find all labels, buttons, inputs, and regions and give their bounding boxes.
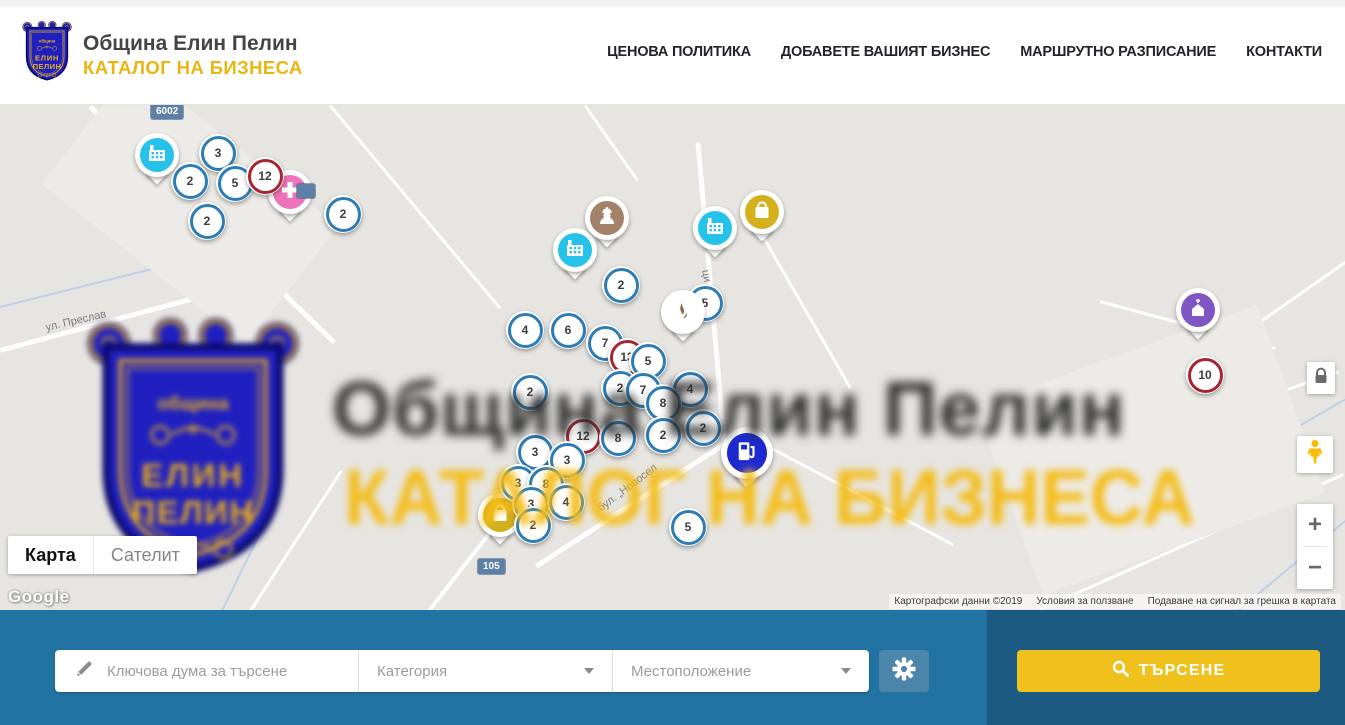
chevron-down-icon — [584, 668, 594, 674]
cluster-marker[interactable]: 8 — [599, 419, 637, 457]
cluster-marker[interactable]: 4 — [547, 483, 585, 521]
main-nav: ЦЕНОВА ПОЛИТИКА ДОБАВЕТЕ ВАШИЯТ БИЗНЕС М… — [607, 0, 1322, 104]
site-logo[interactable]: община ЕЛИН ПЕЛИН Община Елин Пелин КАТА… — [22, 21, 303, 90]
business-pin-factory[interactable] — [693, 206, 737, 266]
nav-contacts[interactable]: КОНТАКТИ — [1246, 44, 1322, 60]
pegman-icon — [1304, 439, 1326, 470]
cluster-marker[interactable]: 2 — [514, 506, 552, 544]
cluster-count: 8 — [601, 421, 636, 456]
fuel-pump-icon — [734, 437, 760, 469]
cluster-count: 6 — [551, 313, 586, 348]
pencil-icon — [75, 660, 93, 683]
cluster-marker[interactable]: 6 — [549, 311, 587, 349]
cluster-marker[interactable]: 10 — [1186, 356, 1224, 394]
map-attribution: Картографски данни ©2019 Условия за полз… — [889, 594, 1341, 609]
road-number-badge: 105 — [478, 559, 505, 574]
business-pin-flame[interactable] — [661, 290, 705, 350]
svg-text:община: община — [39, 38, 56, 43]
svg-text:ЕЛИН: ЕЛИН — [35, 53, 59, 62]
map-copyright: Картографски данни ©2019 — [894, 596, 1022, 607]
search-icon — [1112, 660, 1129, 682]
business-pin-factory[interactable] — [135, 133, 179, 193]
map-type-satellite-button[interactable]: Сателит — [93, 536, 197, 574]
nav-add-your-business[interactable]: ДОБАВЕТЕ ВАШИЯТ БИЗНЕС — [781, 44, 990, 60]
google-logo[interactable]: Google — [8, 587, 70, 607]
cluster-count: 10 — [1188, 358, 1223, 393]
location-dropdown[interactable]: Местоположение — [612, 650, 869, 692]
search-button[interactable]: ТЪРСЕНЕ — [1017, 650, 1320, 692]
shopping-bag-icon — [489, 502, 511, 529]
report-error-link[interactable]: Подаване на сигнал за грешка в картата — [1148, 596, 1336, 607]
street-label: ци — [699, 269, 713, 283]
svg-text:община: община — [157, 392, 229, 413]
factory-icon — [146, 142, 168, 169]
page: 23251222546713522748221283338342510 6002… — [0, 0, 1345, 725]
cluster-count: 2 — [326, 197, 361, 232]
advanced-settings-button[interactable] — [879, 650, 929, 692]
cluster-marker[interactable]: 5 — [669, 508, 707, 546]
cluster-count: 2 — [604, 268, 639, 303]
flame-icon — [672, 299, 694, 326]
municipality-crest-icon: община ЕЛИН ПЕЛИН — [22, 21, 72, 90]
business-pin-church[interactable] — [1176, 288, 1220, 348]
category-dropdown-label: Категория — [377, 663, 447, 680]
factory-icon — [564, 237, 586, 264]
header: община ЕЛИН ПЕЛИН Община Елин Пелин КАТА… — [0, 0, 1345, 105]
search-panel: Категория Местоположение — [55, 650, 869, 692]
zoom-control: + − — [1297, 504, 1333, 589]
cluster-marker[interactable]: 12 — [246, 157, 284, 195]
cluster-marker[interactable]: 4 — [506, 311, 544, 349]
nav-pricing-policy[interactable]: ЦЕНОВА ПОЛИТИКА — [607, 44, 751, 60]
site-title: Община Елин Пелин — [83, 32, 303, 57]
cluster-marker[interactable]: 2 — [324, 195, 362, 233]
street-view-pegman-button[interactable] — [1297, 436, 1333, 473]
cluster-count: 2 — [190, 204, 225, 239]
chevron-down-icon — [841, 668, 851, 674]
cluster-count: 12 — [248, 159, 283, 194]
business-pin-fuel-pump[interactable] — [721, 427, 773, 498]
cluster-marker[interactable]: 2 — [188, 202, 226, 240]
cluster-count: 2 — [516, 508, 551, 543]
road-number-badge: 6002 — [151, 104, 183, 119]
svg-text:ПЕЛИН: ПЕЛИН — [33, 62, 62, 71]
cluster-count: 2 — [513, 375, 548, 410]
nav-route-schedule[interactable]: МАРШРУТНО РАЗПИСАНИЕ — [1020, 44, 1216, 60]
worker-icon — [596, 205, 618, 232]
gear-icon — [892, 657, 916, 686]
keyword-section — [55, 650, 358, 692]
lock-icon — [1313, 367, 1329, 390]
cluster-count: 4 — [508, 313, 543, 348]
factory-icon — [704, 215, 726, 242]
zoom-out-button[interactable]: − — [1297, 547, 1333, 589]
shopping-bag-icon — [751, 199, 773, 226]
cluster-marker[interactable]: 2 — [644, 416, 682, 454]
site-subtitle: КАТАЛОГ НА БИЗНЕСА — [83, 57, 303, 79]
terms-link[interactable]: Условия за ползване — [1036, 596, 1133, 607]
zoom-in-button[interactable]: + — [1297, 504, 1333, 546]
map-type-control: Карта Сателит — [8, 536, 197, 574]
category-dropdown[interactable]: Категория — [358, 650, 612, 692]
cluster-marker[interactable]: 2 — [511, 373, 549, 411]
svg-text:ПЕЛИН: ПЕЛИН — [132, 493, 255, 530]
business-pin-shopping-bag[interactable] — [740, 190, 784, 250]
cluster-count: 2 — [686, 411, 721, 446]
cluster-count: 2 — [646, 418, 681, 453]
cluster-marker[interactable]: 2 — [684, 409, 722, 447]
lock-scroll-button[interactable] — [1307, 362, 1335, 394]
business-pin-worker[interactable] — [585, 196, 629, 256]
svg-text:ЕЛИН: ЕЛИН — [141, 456, 245, 493]
location-dropdown-label: Местоположение — [631, 663, 751, 680]
map-canvas[interactable]: 23251222546713522748221283338342510 6002… — [0, 104, 1345, 610]
cluster-count: 5 — [671, 510, 706, 545]
keyword-search-input[interactable] — [105, 662, 339, 681]
church-icon — [1187, 297, 1209, 324]
road-number-badge — [297, 184, 315, 198]
map-type-map-button[interactable]: Карта — [8, 536, 93, 574]
search-button-label: ТЪРСЕНЕ — [1139, 662, 1226, 680]
cluster-marker[interactable]: 2 — [602, 266, 640, 304]
cluster-count: 4 — [549, 485, 584, 520]
search-bar: Категория Местоположение — [0, 610, 1345, 725]
